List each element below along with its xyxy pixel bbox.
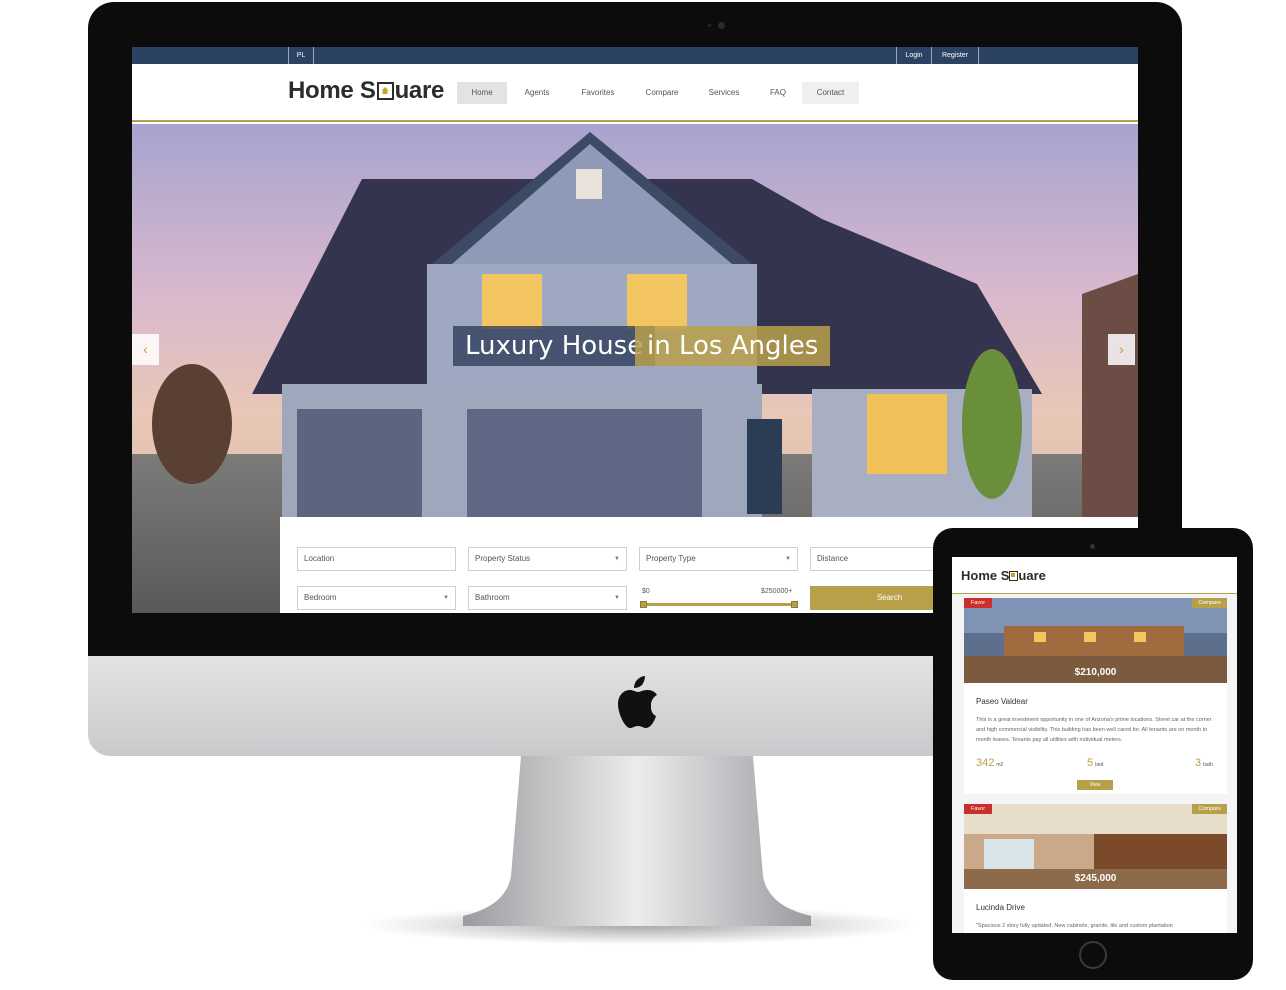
property-status-select[interactable]: Property Status ▼ [468, 547, 627, 571]
imac-camera-icon [718, 22, 725, 29]
beds-unit: bed [1095, 762, 1104, 768]
location-input[interactable]: Location [297, 547, 456, 571]
apple-logo-icon [618, 676, 657, 728]
bedroom-select[interactable]: Bedroom ▼ [297, 586, 456, 610]
logo-text-end: uare [394, 77, 445, 104]
logo-text-end: uare [1018, 568, 1046, 583]
slider-prev-button[interactable]: ‹ [132, 334, 159, 365]
site-header: Home S uare Home Agents Favorites Compare… [132, 64, 1138, 122]
listing-card: Favor Compare $245,000 Lucinda Drive "Sp… [964, 804, 1227, 933]
beds-stat: 5 bed [1087, 757, 1103, 769]
view-button[interactable]: View [1077, 780, 1113, 790]
bedroom-label: Bedroom [304, 593, 337, 602]
nav-compare[interactable]: Compare [637, 82, 687, 104]
price-min-handle[interactable] [640, 601, 647, 608]
language-link[interactable]: PL [288, 47, 314, 64]
listing-card: Favor Compare $210,000 Paseo Valdear Thi… [964, 598, 1227, 794]
area-stat: 342 m2 [976, 757, 1003, 769]
register-link[interactable]: Register [932, 47, 979, 64]
login-link[interactable]: Login [896, 47, 932, 64]
nav-home[interactable]: Home [457, 82, 507, 104]
top-bar: PL Login Register [132, 47, 1138, 64]
beds-value: 5 [1087, 757, 1094, 769]
logo-text-start: Home S [961, 568, 1010, 583]
imac-stand [463, 756, 811, 926]
nav-agents[interactable]: Agents [513, 82, 561, 104]
listing-description: "Spacious 2 story fully updated. New cab… [976, 923, 1173, 929]
property-status-label: Property Status [475, 554, 531, 563]
property-type-label: Property Type [646, 554, 696, 563]
baths-unit: bath [1203, 762, 1213, 768]
distance-label: Distance [817, 554, 849, 563]
compare-badge[interactable]: Compare [1192, 804, 1227, 814]
bathroom-select[interactable]: Bathroom ▼ [468, 586, 627, 610]
listing-price: $210,000 [1074, 667, 1117, 678]
listing-description: This is a great investment opportunity i… [976, 717, 1212, 743]
house-logo-icon [1009, 571, 1019, 581]
tablet-header: Home S uare [952, 557, 1237, 594]
slider-next-button[interactable]: › [1108, 334, 1135, 365]
tablet-camera-icon [1090, 544, 1095, 549]
price-range-track [642, 603, 798, 606]
chevron-down-icon: ▼ [443, 595, 449, 601]
price-max-label: $250000+ [761, 588, 793, 595]
nav-favorites[interactable]: Favorites [573, 82, 623, 104]
price-max-handle[interactable] [791, 601, 798, 608]
area-unit: m2 [996, 762, 1004, 768]
home-button [1079, 941, 1107, 969]
nav-contact[interactable]: Contact [802, 82, 859, 104]
nav-faq[interactable]: FAQ [761, 82, 795, 104]
favor-badge[interactable]: Favor [964, 598, 993, 608]
price-min-label: $0 [642, 588, 650, 595]
chevron-down-icon: ▼ [614, 595, 620, 601]
site-logo[interactable]: Home S uare [288, 77, 444, 105]
imac-sensor [708, 24, 711, 27]
logo-text-start: Home S [288, 77, 376, 104]
area-value: 342 [976, 757, 995, 769]
compare-badge[interactable]: Compare [1192, 598, 1227, 608]
listing-title[interactable]: Lucinda Drive [976, 903, 1025, 912]
baths-stat: 3 bath [1195, 757, 1213, 769]
listing-photo[interactable]: Favor Compare $245,000 [964, 804, 1227, 889]
favor-badge[interactable]: Favor [964, 804, 993, 814]
house-logo-icon [376, 82, 394, 100]
listing-photo[interactable]: Favor Compare $210,000 [964, 598, 1227, 683]
tablet-logo[interactable]: Home S uare [961, 568, 1046, 583]
listing-title[interactable]: Paseo Valdear [976, 697, 1028, 706]
baths-value: 3 [1195, 757, 1202, 769]
property-type-select[interactable]: Property Type ▼ [639, 547, 798, 571]
nav-services[interactable]: Services [699, 82, 749, 104]
chevron-down-icon: ▼ [614, 556, 620, 562]
chevron-down-icon: ▼ [785, 556, 791, 562]
bathroom-label: Bathroom [475, 593, 510, 602]
listing-price: $245,000 [1074, 873, 1117, 884]
tablet-website: Home S uare Favor Compare $210,000 Paseo … [952, 557, 1237, 933]
hero-caption-primary: Luxury House [453, 326, 656, 366]
hero-caption-secondary: in Los Angles [635, 326, 831, 366]
device-mockup: PL Login Register Home S uare Home Agents… [0, 0, 1286, 990]
